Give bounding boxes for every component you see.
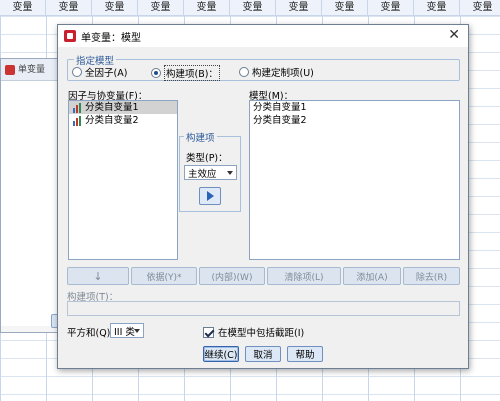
by-button[interactable]: 依据(Y)* [131,267,197,285]
dialog-title: 单变量：模型 [81,32,141,44]
radio-full-factorial-label: 全因子(A) [85,68,128,79]
chevron-down-icon [134,329,140,333]
clear-term-button[interactable]: 清除项(L) [267,267,341,285]
sheet-column-header-row: 变量 变量 变量 变量 变量 变量 变量 变量 变量 变量 变量 [0,0,500,16]
sheet-column-header[interactable]: 变量 [276,0,322,15]
build-term-legend: 构建项 [184,130,217,144]
sheet-column-header[interactable]: 变量 [92,0,138,15]
parent-dialog-title: 单变量 [18,64,46,75]
univariate-model-dialog: 单变量：模型 ✕ 指定模型 全因子(A) 构建项(B)： 构建定制项(U) 因子… [57,24,469,369]
radio-full-factorial[interactable]: 全因子(A) [72,65,127,79]
sum-of-squares-label: 平方和(Q) [67,328,111,339]
list-item-label: 分类自变量2 [85,115,139,126]
remove-button[interactable]: 除去(R) [403,267,460,285]
radio-build-custom-terms[interactable]: 构建定制项(U) [239,65,314,79]
build-term-field[interactable] [67,301,460,316]
help-button[interactable]: 帮助 [287,346,323,362]
chevron-down-icon [227,171,233,175]
radio-build-terms-label: 构建项(B)： [164,65,220,81]
list-item[interactable]: 分类自变量1 [250,101,459,114]
dialog-action-buttons: 继续(C) 取消 帮助 [203,346,323,362]
include-intercept-checkbox[interactable] [203,326,214,338]
spss-app-icon [5,64,15,75]
univariate-parent-dialog: 单变量 [0,58,61,333]
list-item[interactable]: 分类自变量2 [250,114,459,127]
include-intercept-option[interactable]: 在模型中包括截距(I) [203,325,304,339]
sheet-column-header[interactable]: 变量 [230,0,276,15]
within-button[interactable]: (内部)(W) [199,267,265,285]
cancel-button[interactable]: 取消 [245,346,281,362]
radio-build-custom-terms-label: 构建定制项(U) [252,68,314,79]
term-type-select[interactable]: 主效应 [184,165,237,180]
move-to-model-button[interactable] [199,187,221,205]
build-down-button[interactable]: ↓ [67,267,129,285]
dialog-titlebar: 单变量：模型 ✕ [58,25,468,47]
sum-of-squares-value: III 类 [114,326,135,338]
sheet-column-header[interactable]: 变量 [184,0,230,15]
radio-indicator[interactable] [72,67,82,77]
spss-app-icon [64,30,76,42]
sheet-column-header[interactable]: 变量 [322,0,368,15]
list-item-label: 分类自变量1 [253,102,307,113]
close-icon[interactable]: ✕ [448,27,460,43]
radio-indicator-selected[interactable] [151,68,161,78]
radio-indicator[interactable] [239,67,249,77]
sheet-column-header[interactable]: 变量 [460,0,500,15]
parent-dialog-variable-list [1,81,59,326]
add-button[interactable]: 添加(A) [343,267,401,285]
sheet-column-header[interactable]: 变量 [414,0,460,15]
list-item[interactable]: 分类自变量1 [69,101,177,114]
type-label: 类型(P)： [186,153,228,164]
sheet-column-header[interactable]: 变量 [0,0,46,15]
list-item[interactable]: 分类自变量2 [69,114,177,127]
sheet-column-header[interactable]: 变量 [46,0,92,15]
build-term-panel: 构建项 类型(P)： 主效应 [179,130,241,212]
nominal-var-icon [72,102,82,113]
parent-dialog-titlebar: 单变量 [1,59,59,81]
specify-model-group: 指定模型 全因子(A) 构建项(B)： 构建定制项(U) [67,53,460,81]
build-term-buttons: ↓ 依据(Y)* (内部)(W) 清除项(L) 添加(A) 除去(R) [67,267,460,285]
list-item-label: 分类自变量2 [253,115,307,126]
include-intercept-label: 在模型中包括截距(I) [218,328,305,339]
term-type-value: 主效应 [188,168,217,180]
sheet-column-header[interactable]: 变量 [138,0,184,15]
radio-build-terms[interactable]: 构建项(B)： [151,65,220,81]
arrow-right-icon [206,191,214,201]
list-item-label: 分类自变量1 [85,102,139,113]
sheet-column-header[interactable]: 变量 [368,0,414,15]
factors-covariates-list[interactable]: 分类自变量1 分类自变量2 [68,100,178,260]
sum-of-squares-select[interactable]: III 类 [110,323,144,338]
continue-button[interactable]: 继续(C) [203,346,239,362]
model-terms-list[interactable]: 分类自变量1 分类自变量2 [249,100,460,260]
nominal-var-icon [72,115,82,126]
